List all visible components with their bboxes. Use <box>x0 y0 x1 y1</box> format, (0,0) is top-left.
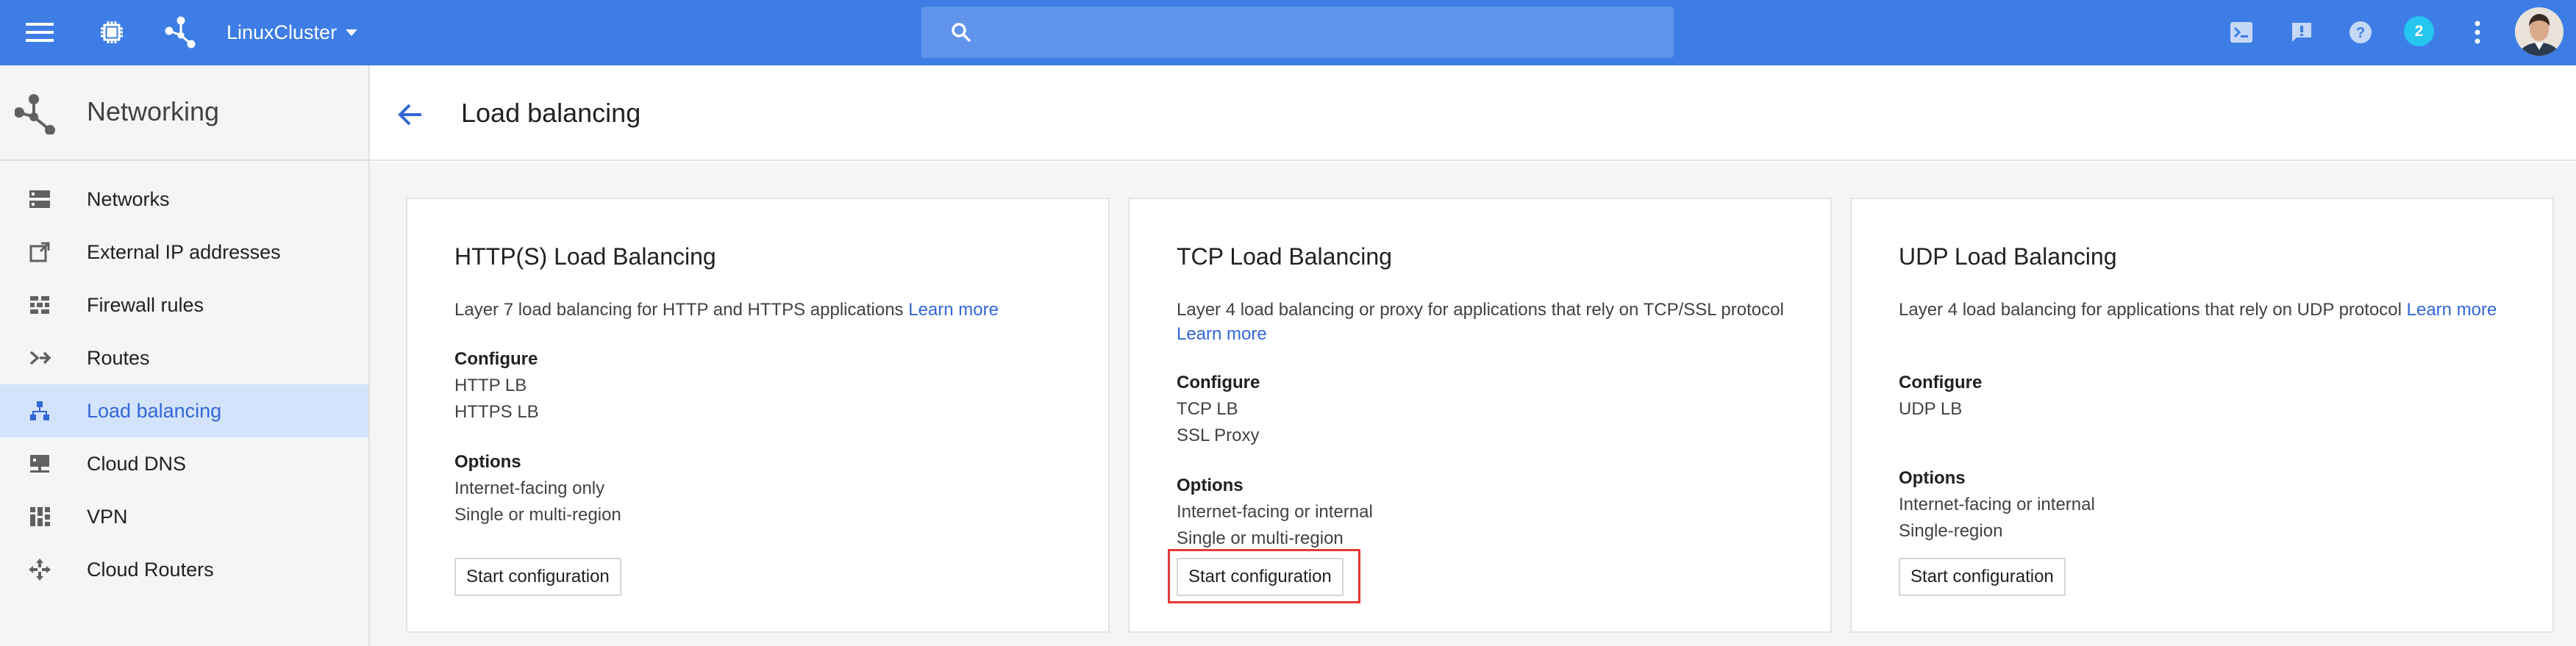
cloud-dns-icon <box>28 452 51 475</box>
sidebar-item-label: Cloud DNS <box>87 452 187 475</box>
help-icon[interactable]: ? <box>2346 18 2375 47</box>
routes-icon <box>28 346 51 370</box>
options-item: Internet-facing only <box>454 478 605 498</box>
configure-item: UDP LB <box>1899 399 1963 419</box>
sidebar-header: Networking <box>0 65 368 161</box>
project-name: LinuxCluster <box>226 21 338 43</box>
configure-heading: Configure <box>1899 373 1983 392</box>
feedback-icon[interactable] <box>2287 18 2316 47</box>
options-item: Single-region <box>1899 521 2003 541</box>
sidebar-item-label: Routes <box>87 346 150 369</box>
page-header: Load balancing <box>370 65 2576 161</box>
sidebar-item-label: Firewall rules <box>87 293 204 316</box>
chip-icon[interactable] <box>96 16 128 49</box>
configure-heading: Configure <box>454 349 538 369</box>
configure-item: HTTP LB <box>454 376 527 395</box>
sidebar-item-label: Load balancing <box>87 399 222 422</box>
load-balancing-icon <box>28 399 51 423</box>
cloud-shell-icon[interactable] <box>2228 19 2255 46</box>
http-start-configuration-button[interactable]: Start configuration <box>454 558 621 596</box>
networking-logo-icon[interactable] <box>163 15 199 50</box>
description-text: Layer 4 load balancing for applications … <box>1899 300 2402 320</box>
configure-item: SSL Proxy <box>1177 426 1260 445</box>
avatar[interactable] <box>2515 7 2563 56</box>
top-bar: LinuxCluster ? 2 <box>0 0 2576 65</box>
card-title: UDP Load Balancing <box>1899 243 2117 270</box>
sidebar-item-label: Networks <box>87 187 170 210</box>
search-input[interactable] <box>921 7 1674 58</box>
sidebar-item-external-ip-addresses[interactable]: External IP addresses <box>0 226 368 279</box>
options-item: Internet-facing or internal <box>1899 495 2095 514</box>
card-description: Layer 4 load balancing for applications … <box>1899 298 2516 322</box>
description-text: Layer 4 load balancing or proxy for appl… <box>1177 300 1784 320</box>
sidebar-item-load-balancing[interactable]: Load balancing <box>0 384 368 437</box>
learn-more-link[interactable]: Learn more <box>2407 300 2497 320</box>
udp-load-balancing-card: UDP Load Balancing Layer 4 load balancin… <box>1850 198 2554 633</box>
networks-icon <box>28 187 51 211</box>
sidebar-item-label: Cloud Routers <box>87 558 214 581</box>
chevron-down-icon <box>346 29 358 36</box>
card-description: Layer 4 load balancing or proxy for appl… <box>1177 298 1794 346</box>
sidebar-item-firewall-rules[interactable]: Firewall rules <box>0 279 368 331</box>
sidebar-item-label: VPN <box>87 505 128 528</box>
sidebar-title: Networking <box>87 96 220 126</box>
card-title: HTTP(S) Load Balancing <box>454 243 716 270</box>
tcp-start-configuration-button[interactable]: Start configuration <box>1177 558 1344 596</box>
more-vert-icon[interactable] <box>2466 18 2488 47</box>
cloud-routers-icon <box>28 558 51 581</box>
configure-heading: Configure <box>1177 373 1260 392</box>
svg-text:?: ? <box>2356 25 2365 41</box>
options-heading: Options <box>454 452 521 472</box>
sidebar-item-networks[interactable]: Networks <box>0 173 368 226</box>
menu-icon[interactable] <box>24 19 56 46</box>
card-description: Layer 7 load balancing for HTTP and HTTP… <box>454 298 1072 322</box>
back-arrow-icon[interactable] <box>396 101 426 130</box>
notifications-badge[interactable]: 2 <box>2404 16 2434 46</box>
tcp-load-balancing-card: TCP Load Balancing Layer 4 load balancin… <box>1128 198 1832 633</box>
project-selector[interactable]: LinuxCluster <box>226 16 358 49</box>
sidebar: Networking Networks External IP addresse… <box>0 65 370 646</box>
networking-icon <box>14 93 56 135</box>
options-heading: Options <box>1177 475 1244 495</box>
description-text: Layer 7 load balancing for HTTP and HTTP… <box>454 300 904 320</box>
configure-item: TCP LB <box>1177 399 1238 419</box>
configure-item: HTTPS LB <box>454 402 539 422</box>
main-content: HTTP(S) Load Balancing Layer 7 load bala… <box>370 162 2576 646</box>
vpn-icon <box>28 505 51 528</box>
options-item: Single or multi-region <box>1177 528 1344 548</box>
search-icon <box>949 21 973 44</box>
learn-more-link[interactable]: Learn more <box>1177 324 1267 344</box>
sidebar-item-routes[interactable]: Routes <box>0 331 368 384</box>
http-load-balancing-card: HTTP(S) Load Balancing Layer 7 load bala… <box>406 198 1110 633</box>
sidebar-item-cloud-dns[interactable]: Cloud DNS <box>0 437 368 490</box>
external-ip-icon <box>28 240 51 264</box>
page-title: Load balancing <box>461 98 641 128</box>
udp-start-configuration-button[interactable]: Start configuration <box>1899 558 2066 596</box>
sidebar-item-cloud-routers[interactable]: Cloud Routers <box>0 543 368 596</box>
sidebar-item-vpn[interactable]: VPN <box>0 490 368 543</box>
options-item: Internet-facing or internal <box>1177 502 1373 522</box>
sidebar-item-label: External IP addresses <box>87 240 281 263</box>
learn-more-link[interactable]: Learn more <box>908 300 999 320</box>
card-title: TCP Load Balancing <box>1177 243 1392 270</box>
options-heading: Options <box>1899 468 1966 488</box>
firewall-icon <box>28 293 51 317</box>
options-item: Single or multi-region <box>454 505 621 525</box>
